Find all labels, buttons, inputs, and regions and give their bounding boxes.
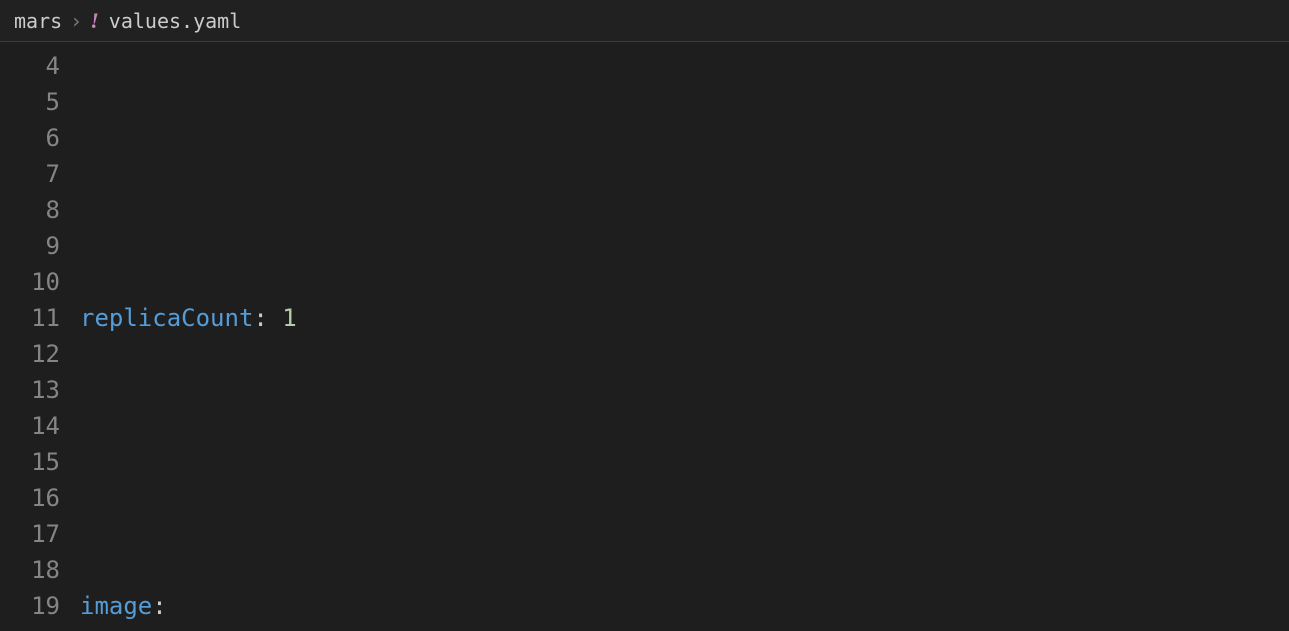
line-number: 4 <box>0 48 60 84</box>
line-number: 7 <box>0 156 60 192</box>
line-number: 15 <box>0 444 60 480</box>
line-number: 6 <box>0 120 60 156</box>
line-number: 12 <box>0 336 60 372</box>
breadcrumb-separator: › <box>70 9 82 33</box>
breadcrumb-file-group[interactable]: ! values.yaml <box>90 8 241 34</box>
code-line: image: <box>80 588 1289 624</box>
yaml-number: 1 <box>282 300 296 336</box>
line-number: 17 <box>0 516 60 552</box>
yaml-file-icon: ! <box>90 8 99 34</box>
breadcrumb-file: values.yaml <box>109 9 241 33</box>
line-number-gutter: 4 5 6 7 8 9 10 11 12 13 14 15 16 17 18 1… <box>0 48 80 631</box>
line-number: 16 <box>0 480 60 516</box>
colon: : <box>253 300 267 336</box>
line-number: 10 <box>0 264 60 300</box>
breadcrumb-folder[interactable]: mars <box>14 9 62 33</box>
code-line: replicaCount: 1 <box>80 300 1289 336</box>
line-number: 14 <box>0 408 60 444</box>
line-number: 8 <box>0 192 60 228</box>
colon: : <box>152 588 166 624</box>
code-line <box>80 444 1289 480</box>
line-number: 19 <box>0 588 60 624</box>
line-number: 5 <box>0 84 60 120</box>
line-number: 18 <box>0 552 60 588</box>
line-number: 9 <box>0 228 60 264</box>
yaml-key: image <box>80 588 152 624</box>
code-content[interactable]: replicaCount: 1 image: repository: nginx… <box>80 48 1289 631</box>
yaml-key: replicaCount <box>80 300 253 336</box>
code-line <box>80 156 1289 192</box>
breadcrumb: mars › ! values.yaml <box>0 0 1289 42</box>
line-number: 13 <box>0 372 60 408</box>
line-number: 11 <box>0 300 60 336</box>
editor-area[interactable]: 4 5 6 7 8 9 10 11 12 13 14 15 16 17 18 1… <box>0 42 1289 631</box>
